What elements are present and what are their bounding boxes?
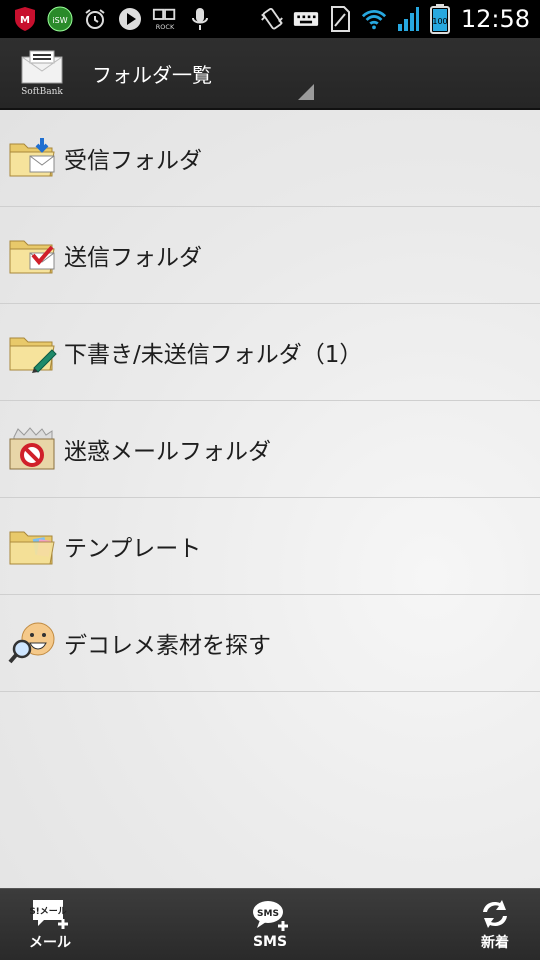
compose-mail-icon-text: S!メール bbox=[30, 906, 67, 917]
alarm-icon bbox=[82, 6, 108, 32]
wifi-icon bbox=[361, 6, 387, 32]
status-clock: 12:58 bbox=[460, 5, 530, 33]
radio-rock-icon: ROCK bbox=[152, 6, 178, 32]
spinner-arrow-icon bbox=[298, 84, 314, 100]
compose-sms-button[interactable]: SMS SMS bbox=[220, 889, 320, 960]
logo-text: SoftBank bbox=[21, 87, 63, 97]
refresh-button[interactable]: 新着 bbox=[445, 889, 540, 960]
deco-search-icon bbox=[8, 621, 58, 665]
play-icon bbox=[117, 6, 143, 32]
sent-folder-icon bbox=[8, 233, 58, 277]
folder-item-inbox[interactable]: 受信フォルダ bbox=[0, 110, 540, 207]
isw-icon: iSW bbox=[47, 6, 73, 32]
folder-label: デコレメ素材を探す bbox=[64, 633, 271, 659]
folder-item-sent[interactable]: 送信フォルダ bbox=[0, 207, 540, 304]
bottom-action-bar: S!メール メール SMS SMS 新着 bbox=[0, 888, 540, 960]
folder-view-spinner[interactable]: フォルダ一覧 bbox=[92, 37, 314, 109]
spam-folder-icon bbox=[8, 427, 58, 471]
folder-item-drafts[interactable]: 下書き/未送信フォルダ（1） bbox=[0, 304, 540, 401]
vibrate-icon bbox=[259, 6, 285, 32]
folder-item-spam[interactable]: 迷惑メールフォルダ bbox=[0, 401, 540, 498]
folder-item-deco-search[interactable]: デコレメ素材を探す bbox=[0, 595, 540, 692]
refresh-label: 新着 bbox=[481, 935, 509, 951]
compose-mail-button[interactable]: S!メール メール bbox=[0, 889, 100, 960]
folder-label: 迷惑メールフォルダ bbox=[64, 439, 271, 465]
keyboard-icon bbox=[293, 6, 319, 32]
inbox-folder-icon bbox=[8, 136, 58, 180]
compose-sms-icon-text: SMS bbox=[257, 909, 279, 919]
folder-label: 下書き/未送信フォルダ（1） bbox=[64, 342, 363, 368]
svg-text:M: M bbox=[20, 15, 30, 26]
battery-icon: 100 bbox=[429, 4, 451, 34]
mic-icon bbox=[187, 6, 213, 32]
folder-list: 受信フォルダ 送信フォルダ 下書き/未送信フォルダ（1） 迷惑メールフォルダ テ… bbox=[0, 110, 540, 888]
page-title: フォルダ一覧 bbox=[92, 62, 212, 87]
softbank-mail-logo: SoftBank bbox=[20, 49, 64, 97]
app-bar: SoftBank フォルダ一覧 bbox=[0, 38, 540, 110]
template-folder-icon bbox=[8, 524, 58, 568]
folder-label: テンプレート bbox=[64, 536, 202, 562]
folder-label: 送信フォルダ bbox=[64, 245, 202, 271]
status-bar: M iSW ROCK 100 12:58 bbox=[0, 0, 540, 38]
folder-item-template[interactable]: テンプレート bbox=[0, 498, 540, 595]
mcafee-icon: M bbox=[12, 6, 38, 32]
battery-level: 100 bbox=[432, 17, 447, 26]
compose-mail-icon: S!メール bbox=[30, 900, 68, 929]
sim-icon bbox=[327, 6, 353, 32]
signal-icon bbox=[395, 6, 421, 32]
svg-text:iSW: iSW bbox=[52, 16, 67, 25]
compose-mail-label: メール bbox=[29, 935, 71, 951]
refresh-icon bbox=[483, 900, 507, 928]
compose-sms-label: SMS bbox=[252, 934, 288, 950]
draft-folder-icon bbox=[8, 330, 58, 374]
compose-sms-icon: SMS bbox=[253, 901, 288, 931]
svg-text:ROCK: ROCK bbox=[156, 23, 175, 31]
folder-label: 受信フォルダ bbox=[64, 148, 202, 174]
